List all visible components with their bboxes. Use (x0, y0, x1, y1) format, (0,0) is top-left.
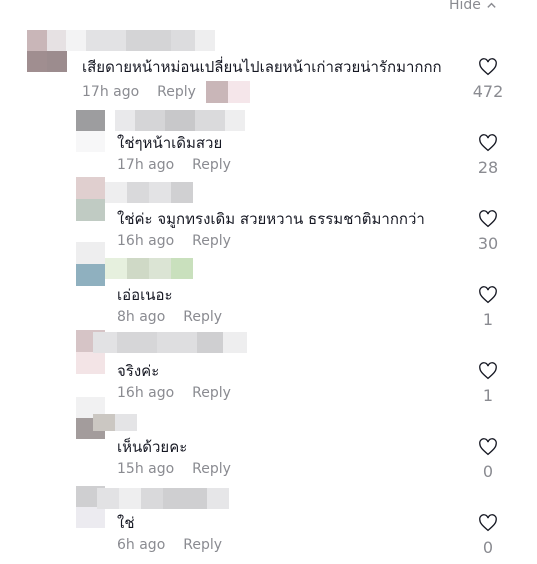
comment-text: เห็นด้วยคะ (117, 438, 188, 456)
avatar[interactable] (76, 110, 105, 152)
comment-time: 17h ago (82, 84, 140, 100)
like-count: 0 (482, 462, 494, 481)
hide-label: Hide (449, 0, 481, 13)
comment-time: 8h ago (117, 309, 166, 325)
comment-text: เสียดายหน้าหม่อนเปลี่ยนไปเลยหน้าเก่าสวยน… (82, 58, 442, 76)
comment-text: จริงค่ะ (117, 362, 160, 380)
reply-button[interactable]: Reply (183, 309, 222, 325)
heart-icon (479, 438, 497, 456)
reply-button[interactable]: Reply (183, 537, 222, 553)
like-count: 0 (482, 538, 494, 557)
comment-time: 6h ago (117, 537, 166, 553)
hide-replies-button[interactable]: Hide (449, 0, 497, 13)
username-blurred[interactable] (105, 182, 193, 203)
avatar[interactable] (76, 242, 105, 286)
like-count: 28 (477, 158, 499, 177)
like-button[interactable]: 0 (468, 514, 508, 557)
avatar[interactable] (27, 30, 67, 72)
like-count: 472 (472, 82, 504, 101)
comment-time: 15h ago (117, 461, 175, 477)
comment-text: ใช่ค่ะ จมูกทรงเดิม สวยหวาน ธรรมชาติมากกว… (117, 210, 425, 228)
comment-text: ใช่ๆหน้าเดิมสวย (117, 134, 223, 152)
avatar[interactable] (76, 177, 105, 221)
reply-button[interactable]: Reply (192, 233, 231, 249)
reply-button[interactable]: Reply (192, 157, 231, 173)
like-button[interactable]: 1 (468, 362, 508, 405)
like-button[interactable]: 28 (468, 134, 508, 177)
username-blurred[interactable] (97, 488, 229, 509)
like-button[interactable]: 472 (468, 58, 508, 101)
like-count: 1 (482, 310, 494, 329)
username-blurred[interactable] (93, 414, 137, 435)
like-button[interactable]: 0 (468, 438, 508, 481)
comment-text: เอ่อเนอะ (117, 286, 173, 304)
chevron-up-icon (487, 2, 496, 8)
like-button[interactable]: 30 (468, 210, 508, 253)
username-blurred[interactable] (93, 332, 247, 353)
like-count: 1 (482, 386, 494, 405)
reply-button[interactable]: Reply (192, 461, 231, 477)
comment-time: 17h ago (117, 157, 175, 173)
heart-icon (479, 134, 497, 152)
heart-icon (479, 58, 497, 76)
like-button[interactable]: 1 (468, 286, 508, 329)
heart-icon (479, 210, 497, 228)
comment-text: ใช่ (117, 514, 135, 532)
comment-time: 16h ago (117, 385, 175, 401)
username-blurred[interactable] (66, 30, 215, 51)
heart-icon (479, 514, 497, 532)
heart-icon (479, 286, 497, 304)
reply-button[interactable]: Reply (157, 84, 196, 100)
username-blurred[interactable] (105, 258, 193, 279)
heart-icon (479, 362, 497, 380)
comment-time: 16h ago (117, 233, 175, 249)
username-blurred[interactable] (115, 110, 245, 131)
like-count: 30 (477, 234, 499, 253)
reply-button[interactable]: Reply (192, 385, 231, 401)
username-blurred (205, 81, 250, 103)
